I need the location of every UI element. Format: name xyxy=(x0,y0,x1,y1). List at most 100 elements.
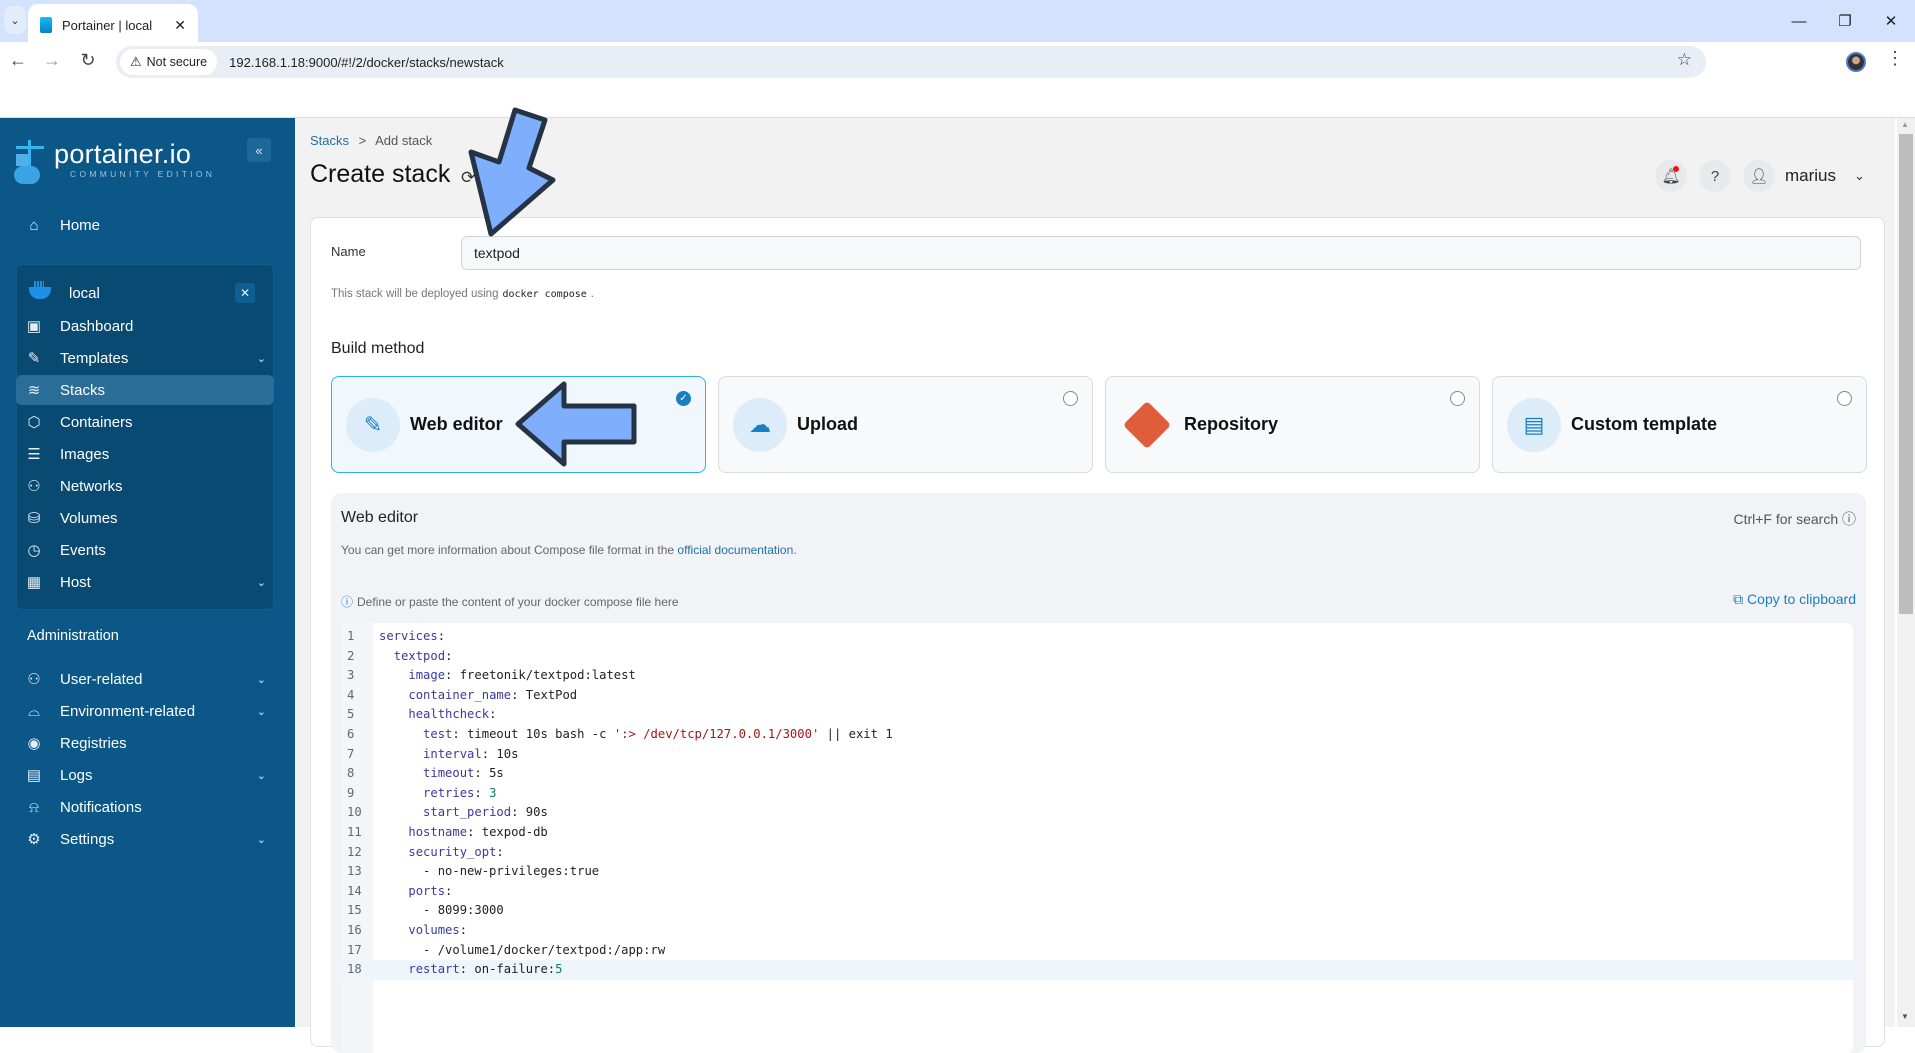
minimize-button[interactable]: — xyxy=(1776,6,1822,36)
scroll-thumb[interactable] xyxy=(1899,134,1913,614)
environment-header[interactable]: local ✕ xyxy=(29,281,263,305)
back-icon[interactable]: ← xyxy=(4,50,32,71)
notifications-button[interactable]: 🔔︎ xyxy=(1655,160,1687,192)
radio-unselected[interactable] xyxy=(1450,391,1465,406)
code-line[interactable]: 11 hostname: texpod-db xyxy=(341,823,1853,843)
code-line[interactable]: 18 restart: on-failure:5 xyxy=(341,960,1853,980)
browser-tab[interactable]: Portainer | local ✕ xyxy=(28,4,198,46)
browser-menu-icon[interactable]: ⋮ xyxy=(1886,48,1904,69)
sidebar-item-events[interactable]: ◷ Events xyxy=(26,535,276,565)
sidebar-item-dashboard[interactable]: ▣ Dashboard xyxy=(26,311,276,341)
code-line[interactable]: 14 ports: xyxy=(341,882,1853,902)
build-method-upload[interactable]: ☁ Upload xyxy=(718,376,1093,473)
build-method-repository[interactable]: Repository xyxy=(1105,376,1480,473)
code-line[interactable]: 15 - 8099:3000 xyxy=(341,901,1853,921)
sidebar-item-user-related[interactable]: ⚇ User-related ⌄ xyxy=(26,664,276,694)
sidebar-item-networks[interactable]: ⚇ Networks xyxy=(26,471,276,501)
sidebar-item-logs[interactable]: ▤ Logs ⌄ xyxy=(26,760,276,790)
sidebar-item-volumes[interactable]: ⛁ Volumes xyxy=(26,503,276,533)
build-method-web-editor[interactable]: ✎ Web editor ✓ xyxy=(331,376,706,473)
host-icon: ▦ xyxy=(26,574,42,591)
sidebar-item-registries[interactable]: ◉ Registries xyxy=(26,728,276,758)
code-line[interactable]: 9 retries: 3 xyxy=(341,784,1853,804)
scroll-up-arrow[interactable]: ▲ xyxy=(1901,120,1909,129)
chevron-down-icon[interactable]: ⌄ xyxy=(257,673,266,686)
portainer-favicon-icon xyxy=(40,17,52,33)
code-line[interactable]: 1 services: xyxy=(341,627,1853,647)
collapse-sidebar-button[interactable]: « xyxy=(247,138,271,162)
restore-button[interactable]: ❐ xyxy=(1822,6,1868,36)
code-line[interactable]: 7 interval: 10s xyxy=(341,745,1853,765)
clock-icon: ◷ xyxy=(27,542,41,559)
copy-icon: ⧉ xyxy=(1733,591,1744,607)
reload-icon[interactable]: ↻ xyxy=(74,50,102,71)
address-bar[interactable]: ⚠ Not secure 192.168.1.18:9000/#!/2/dock… xyxy=(116,46,1706,78)
box-icon: ⬡ xyxy=(27,414,41,431)
code-text: - no-new-privileges:true xyxy=(379,864,600,879)
code-line[interactable]: 3 image: freetonik/textpod:latest xyxy=(341,666,1853,686)
git-icon xyxy=(1120,398,1174,452)
radio-unselected[interactable] xyxy=(1837,391,1852,406)
chevron-down-icon[interactable]: ⌄ xyxy=(257,833,266,846)
edit-icon: ✎ xyxy=(346,397,400,452)
line-number: 14 xyxy=(347,883,362,898)
stack-name-input[interactable] xyxy=(461,236,1861,270)
line-number: 1 xyxy=(347,629,355,643)
tab-search-button[interactable]: ⌄ xyxy=(4,6,26,34)
sidebar-item-notifications[interactable]: ⍾ Notifications xyxy=(26,792,276,822)
bookmark-star-icon[interactable]: ☆ xyxy=(1677,50,1692,70)
radio-selected[interactable]: ✓ xyxy=(676,391,691,406)
page-scrollbar[interactable]: ▲ ▼ xyxy=(1897,118,1915,1027)
breadcrumb-stacks-link[interactable]: Stacks xyxy=(310,133,349,148)
profile-avatar[interactable] xyxy=(1846,52,1866,72)
code-line[interactable]: 17 - /volume1/docker/textpod:/app:rw xyxy=(341,941,1853,961)
code-editor[interactable]: 1 services: 2 textpod: 3 image: freetonik/t… xyxy=(341,623,1853,1053)
refresh-icon[interactable]: ⟳ xyxy=(461,168,475,188)
code-line[interactable]: 4 container_name: TextPod xyxy=(341,686,1853,706)
security-chip[interactable]: ⚠ Not secure xyxy=(120,49,218,75)
url-text[interactable]: 192.168.1.18:9000/#!/2/docker/stacks/new… xyxy=(229,55,504,70)
sidebar-item-stacks[interactable]: ≋ Stacks xyxy=(16,375,274,405)
sidebar-item-containers[interactable]: ⬡ Containers xyxy=(26,407,276,437)
sidebar-item-label: Home xyxy=(60,216,101,234)
radio-unselected[interactable] xyxy=(1063,391,1078,406)
sidebar-item-host[interactable]: ▦ Host ⌄ xyxy=(26,567,276,597)
code-line[interactable]: 8 timeout: 5s xyxy=(341,764,1853,784)
portainer-logo[interactable]: portainer.io COMMUNITY EDITION xyxy=(14,140,215,186)
sidebar-item-images[interactable]: ☰ Images xyxy=(26,439,276,469)
code-line[interactable]: 6 test: timeout 10s bash -c ':> /dev/tcp… xyxy=(341,725,1853,745)
chevron-down-icon[interactable]: ⌄ xyxy=(257,705,266,718)
help-button[interactable]: ? xyxy=(1699,160,1731,192)
copy-to-clipboard-button[interactable]: ⧉ Copy to clipboard xyxy=(1733,591,1856,608)
sidebar-item-environment-related[interactable]: ⌓ Environment-related ⌄ xyxy=(26,696,276,726)
line-number: 11 xyxy=(347,825,362,839)
environment-name: local xyxy=(69,284,100,302)
chevron-down-icon[interactable]: ⌄ xyxy=(257,769,266,782)
help-icon[interactable]: ⓘ xyxy=(1842,511,1856,527)
chevron-down-icon[interactable]: ⌄ xyxy=(1854,168,1865,184)
window-close-button[interactable]: ✕ xyxy=(1868,6,1914,36)
code-line[interactable]: 13 - no-new-privileges:true xyxy=(341,862,1853,882)
code-line[interactable]: 10 start_period: 90s xyxy=(341,803,1853,823)
sidebar-item-templates[interactable]: ✎ Templates ⌄ xyxy=(26,343,276,373)
compose-info: You can get more information about Compo… xyxy=(341,543,797,557)
sidebar-item-label: Registries xyxy=(60,734,127,752)
tab-close-icon[interactable]: ✕ xyxy=(174,17,186,34)
code-line[interactable]: 5 healthcheck: xyxy=(341,705,1853,725)
user-name[interactable]: marius xyxy=(1785,166,1836,186)
code-line[interactable]: 2 textpod: xyxy=(341,647,1853,667)
user-avatar[interactable]: 👤︎ xyxy=(1743,160,1775,192)
line-number: 12 xyxy=(347,844,362,859)
official-documentation-link[interactable]: official documentation xyxy=(677,543,793,557)
chevron-down-icon[interactable]: ⌄ xyxy=(257,576,266,589)
chevron-down-icon[interactable]: ⌄ xyxy=(257,352,266,365)
scroll-down-arrow[interactable]: ▼ xyxy=(1901,1012,1909,1021)
sidebar-item-settings[interactable]: ⚙ Settings ⌄ xyxy=(26,824,276,854)
sidebar-item-home[interactable]: ⌂ Home xyxy=(26,210,276,240)
forward-icon[interactable]: → xyxy=(38,50,66,71)
line-number: 2 xyxy=(347,648,355,663)
code-line[interactable]: 12 security_opt: xyxy=(341,843,1853,863)
code-line[interactable]: 16 volumes: xyxy=(341,921,1853,941)
build-method-custom-template[interactable]: ▤ Custom template xyxy=(1492,376,1867,473)
close-environment-button[interactable]: ✕ xyxy=(235,283,255,303)
